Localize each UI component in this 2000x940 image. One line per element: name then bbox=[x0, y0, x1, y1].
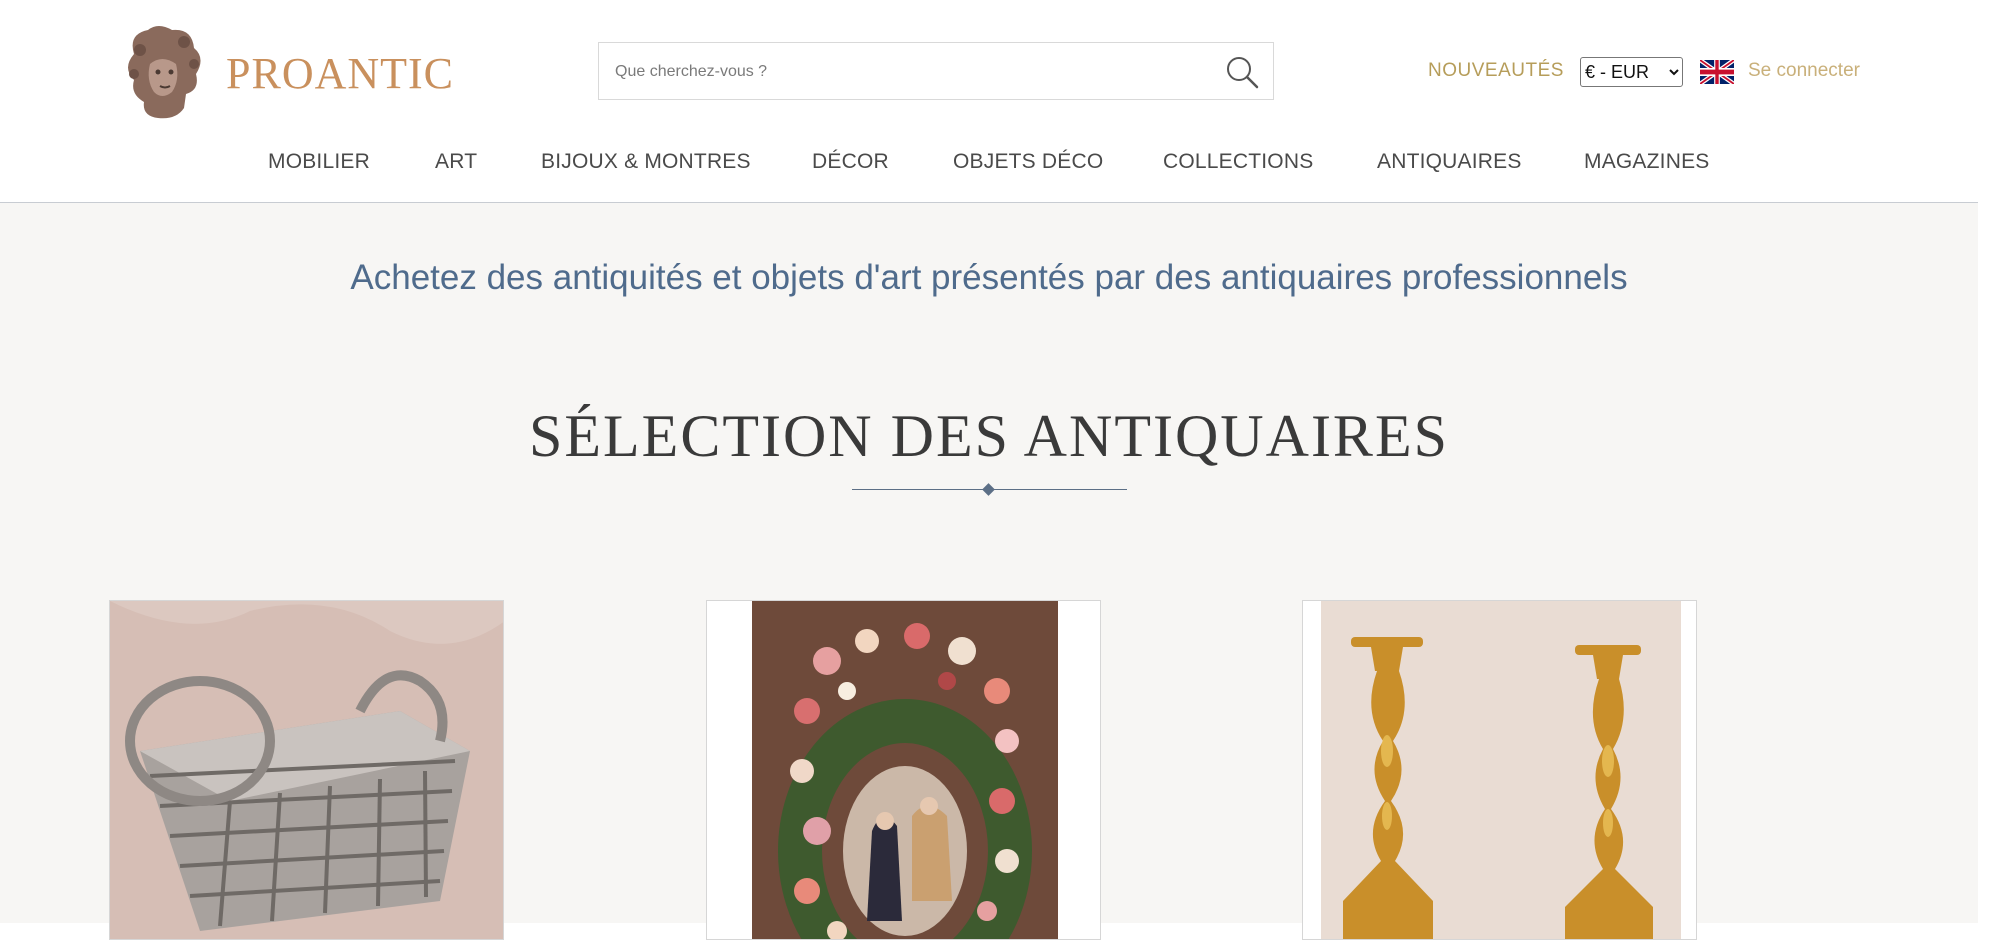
nav-item-decor[interactable]: DÉCOR bbox=[812, 150, 889, 174]
site-logo[interactable]: PROANTIC bbox=[110, 22, 455, 120]
flower-wreath-painting-image bbox=[707, 601, 1100, 939]
page: PROANTIC NOUVEAUTÉS € - EUR Se connecter… bbox=[0, 0, 1978, 940]
product-card-candlesticks[interactable] bbox=[1302, 600, 1697, 940]
search-icon[interactable] bbox=[1225, 55, 1259, 89]
main-nav: MOBILIER ART BIJOUX & MONTRES DÉCOR OBJE… bbox=[110, 124, 1848, 200]
gilt-bronze-candlesticks-image bbox=[1303, 601, 1696, 939]
search-input[interactable] bbox=[613, 43, 1197, 101]
uk-flag-icon[interactable] bbox=[1700, 60, 1734, 84]
site-header: PROANTIC NOUVEAUTÉS € - EUR Se connecter… bbox=[0, 0, 1978, 203]
nav-item-antiquaires[interactable]: ANTIQUAIRES bbox=[1377, 150, 1522, 174]
search-bar bbox=[598, 42, 1274, 101]
nav-item-art[interactable]: ART bbox=[435, 150, 477, 174]
bust-logo-icon bbox=[128, 26, 201, 119]
section-title: SÉLECTION DES ANTIQUAIRES bbox=[529, 403, 1449, 469]
logo-text: PROANTIC bbox=[226, 49, 455, 98]
nav-item-collections[interactable]: COLLECTIONS bbox=[1163, 150, 1313, 174]
login-link[interactable]: Se connecter bbox=[1748, 60, 1860, 82]
title-divider-diamond bbox=[982, 483, 995, 496]
nav-item-objets-deco[interactable]: OBJETS DÉCO bbox=[953, 150, 1103, 174]
product-card-basket[interactable] bbox=[109, 600, 504, 940]
product-card-painting[interactable] bbox=[706, 600, 1101, 940]
silver-basket-image bbox=[110, 601, 503, 939]
nav-item-magazines[interactable]: MAGAZINES bbox=[1584, 150, 1709, 174]
tagline: Achetez des antiquités et objets d'art p… bbox=[350, 258, 1628, 297]
currency-select[interactable]: € - EUR bbox=[1580, 57, 1683, 87]
new-arrivals-link[interactable]: NOUVEAUTÉS bbox=[1428, 60, 1564, 82]
nav-item-mobilier[interactable]: MOBILIER bbox=[268, 150, 370, 174]
nav-item-bijoux-montres[interactable]: BIJOUX & MONTRES bbox=[541, 150, 751, 174]
